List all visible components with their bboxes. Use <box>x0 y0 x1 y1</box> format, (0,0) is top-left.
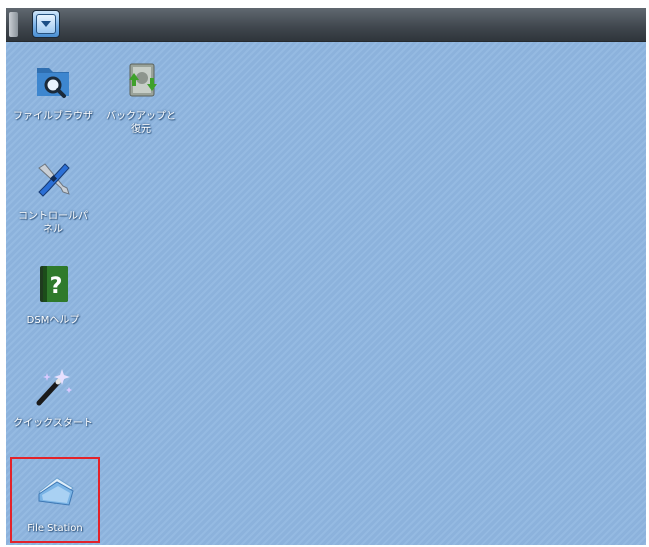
icon-label: ファイルブラウザ <box>13 111 93 122</box>
desktop: ファイルブラウザ バックアップと 復元 コントロールパ ネル ? DSMヘルプ … <box>6 8 646 545</box>
svg-text:?: ? <box>50 274 63 299</box>
backup-restore-icon <box>129 63 157 97</box>
desktop-icon-dsm-help[interactable]: ? DSMヘルプ <box>9 262 97 327</box>
desktop-icon-backup-restore[interactable]: バックアップと 復元 <box>97 58 185 136</box>
icon-label: バックアップと 復元 <box>106 111 176 135</box>
icon-label: DSMヘルプ <box>26 315 80 326</box>
taskbar <box>6 8 646 42</box>
magic-wand-icon <box>36 369 72 406</box>
control-panel-icon <box>38 163 70 197</box>
chevron-down-icon <box>41 21 51 27</box>
main-menu-button[interactable] <box>32 10 60 38</box>
desktop-icon-file-browser[interactable]: ファイルブラウザ <box>9 58 97 123</box>
desktop-icon-quick-start[interactable]: クイックスタート <box>9 365 97 430</box>
taskbar-grip <box>9 12 18 37</box>
icon-label: コントロールパ ネル <box>18 211 88 235</box>
selection-highlight <box>10 457 100 543</box>
desktop-icon-control-panel[interactable]: コントロールパ ネル <box>9 158 97 236</box>
icon-label: クイックスタート <box>13 418 93 429</box>
folder-search-icon <box>37 68 69 98</box>
help-book-icon: ? <box>40 266 68 302</box>
